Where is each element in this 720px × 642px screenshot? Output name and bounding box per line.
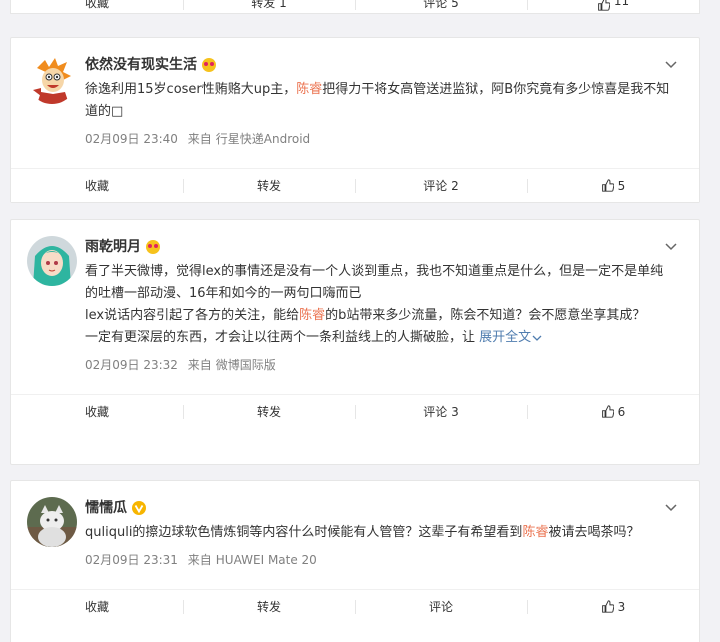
comment-button[interactable]: 评论 [355,590,527,623]
verified-v-badge-icon [132,501,146,515]
heart-eyes-emoji-icon [146,240,160,254]
username-text[interactable]: 懦懦瓜 [85,496,127,520]
timestamp[interactable]: 02月09日 23:40 [85,132,178,146]
timestamp[interactable]: 02月09日 23:32 [85,358,178,372]
page-edge [712,0,720,642]
post-text: 看了半天微博，觉得lex的事情还是没有一个人谈到重点，我也不知道重点是什么，但是… [85,261,679,349]
post-text: 徐逸利用15岁coser性贿赂大up主，陈睿把得力干将女高管送进监狱，阿B你究竟… [85,82,670,119]
previous-post-action-bar: 收藏 转发 1 评论 5 11 [10,0,700,14]
source-app: 行星快递Android [215,132,311,146]
thumbs-up-icon [601,600,614,613]
username[interactable]: 懦懦瓜 [85,496,146,520]
text-paragraph: 一定有更深层的东西，才会让以往两个一条利益线上的人撕破脸，让 展开全文 [85,327,671,349]
like-button[interactable]: 11 [527,0,699,13]
timestamp[interactable]: 02月09日 23:31 [85,553,178,567]
weibo-post: 懦懦瓜 quliquli的擦边球软色情炼铜等内容什么时候能有人管管？这辈子有希望… [10,480,700,642]
text-paragraph: 看了半天微博，觉得lex的事情还是没有一个人谈到重点，我也不知道重点是什么，但是… [85,264,664,301]
thumbs-up-icon [601,179,614,192]
repost-button[interactable]: 转发 [183,590,355,623]
expand-full-text-link[interactable]: 展开全文 [479,330,542,345]
username-text[interactable]: 雨乾明月 [85,235,141,259]
heart-eyes-emoji-icon [202,58,216,72]
keyword-highlight: 陈睿 [299,308,326,323]
repost-button[interactable]: 转发 [183,169,355,202]
like-count: 11 [613,0,630,8]
action-bar: 收藏 转发 评论 3 [11,589,699,623]
comment-button[interactable]: 评论 5 [355,0,527,13]
favorite-button[interactable]: 收藏 [11,169,183,202]
thumbs-up-icon [601,405,614,418]
chevron-down-icon [532,335,542,341]
thumbs-up-icon [597,0,610,11]
post-meta: 02月09日 23:40 来自 行星快递Android [85,132,311,146]
like-count: 6 [617,404,626,419]
weibo-post: 依然没有现实生活 徐逸利用15岁coser性贿赂大up主，陈睿把得力干将女高管送… [10,37,700,203]
comment-button[interactable]: 评论 3 [355,395,527,428]
source-app: HUAWEI Mate 20 [215,553,317,567]
action-bar: 收藏 转发 评论 3 6 [11,394,699,428]
keyword-highlight: 陈睿 [296,82,323,97]
favorite-button[interactable]: 收藏 [11,0,183,13]
username[interactable]: 依然没有现实生活 [85,53,216,77]
favorite-button[interactable]: 收藏 [11,590,183,623]
username-text[interactable]: 依然没有现实生活 [85,53,197,77]
repost-button[interactable]: 转发 1 [183,0,355,13]
username[interactable]: 雨乾明月 [85,235,160,259]
comment-button[interactable]: 评论 2 [355,169,527,202]
source-app: 微博国际版 [215,358,276,372]
like-count: 3 [617,599,626,614]
post-meta: 02月09日 23:32 来自 微博国际版 [85,358,276,372]
like-count: 5 [617,178,626,193]
like-button[interactable]: 3 [527,590,699,623]
text-paragraph: lex说话内容引起了各方的关注，能给陈睿的b站带来多少流量，陈会不知道？会不愿意… [85,308,646,323]
weibo-post: 雨乾明月 看了半天微博，觉得lex的事情还是没有一个人谈到重点，我也不知道重点是… [10,219,700,465]
keyword-highlight: 陈睿 [522,525,549,540]
like-button[interactable]: 5 [527,169,699,202]
like-button[interactable]: 6 [527,395,699,428]
action-bar: 收藏 转发 评论 2 5 [11,168,699,202]
post-meta: 02月09日 23:31 来自 HUAWEI Mate 20 [85,553,317,567]
post-text: quliquli的擦边球软色情炼铜等内容什么时候能有人管管？这辈子有希望看到陈睿… [85,525,640,540]
repost-button[interactable]: 转发 [183,395,355,428]
favorite-button[interactable]: 收藏 [11,395,183,428]
